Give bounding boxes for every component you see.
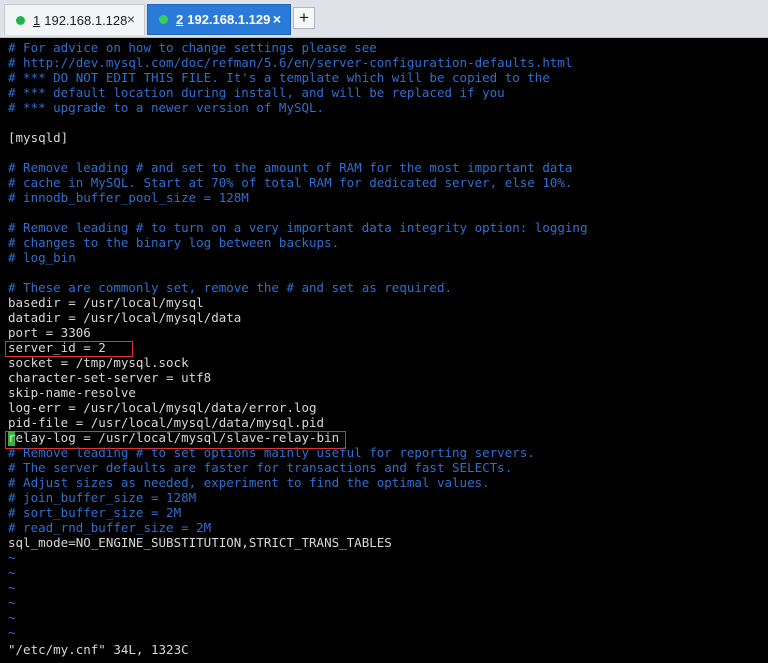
tab-host: 192.168.1.129 xyxy=(187,12,271,27)
config-line: relay-log = /usr/local/mysql/slave-relay… xyxy=(8,430,340,445)
empty-line-marker: ~ xyxy=(8,625,16,640)
session-tab-bar: 1 192.168.1.128 × 2 192.168.1.129 × + xyxy=(0,0,768,38)
tab-number: 1 xyxy=(33,12,41,28)
config-line: # Remove leading # and set to the amount… xyxy=(8,160,573,175)
close-icon[interactable]: × xyxy=(273,11,281,27)
config-line: # http://dev.mysql.com/doc/refman/5.6/en… xyxy=(8,55,573,70)
config-line: basedir = /usr/local/mysql xyxy=(8,295,204,310)
empty-line-marker: ~ xyxy=(8,610,16,625)
config-line: # innodb_buffer_pool_size = 128M xyxy=(8,190,249,205)
config-line: # Remove leading # to set options mainly… xyxy=(8,445,535,460)
config-line: character-set-server = utf8 xyxy=(8,370,212,385)
config-line: datadir = /usr/local/mysql/data xyxy=(8,310,242,325)
config-line: # join_buffer_size = 128M xyxy=(8,490,197,505)
config-line: # These are commonly set, remove the # a… xyxy=(8,280,453,295)
config-line: # Adjust sizes as needed, experiment to … xyxy=(8,475,490,490)
config-line: port = 3306 xyxy=(8,325,91,340)
config-line: # *** upgrade to a newer version of MySQ… xyxy=(8,100,325,115)
close-icon[interactable]: × xyxy=(127,11,135,27)
connected-status-icon xyxy=(16,15,25,25)
config-line: # read_rnd_buffer_size = 2M xyxy=(8,520,212,535)
new-tab-button[interactable]: + xyxy=(293,7,315,29)
config-line: log-err = /usr/local/mysql/data/error.lo… xyxy=(8,400,317,415)
connected-status-icon xyxy=(159,15,168,24)
empty-line-marker: ~ xyxy=(8,580,16,595)
empty-line-marker: ~ xyxy=(8,550,16,565)
config-line: # *** default location during install, a… xyxy=(8,85,505,100)
tab-host: 192.168.1.128 xyxy=(44,12,128,28)
config-line: # log_bin xyxy=(8,250,76,265)
config-line: # changes to the binary log between back… xyxy=(8,235,340,250)
config-line: # The server defaults are faster for tra… xyxy=(8,460,513,475)
config-line: socket = /tmp/mysql.sock xyxy=(8,355,189,370)
config-line: server_id = 2 xyxy=(8,340,106,355)
tab-number: 2 xyxy=(176,12,184,27)
config-line: [mysqld] xyxy=(8,130,69,145)
tab-session-2[interactable]: 2 192.168.1.129 × xyxy=(147,4,291,35)
config-line: # Remove leading # to turn on a very imp… xyxy=(8,220,588,235)
terminal-output[interactable]: # For advice on how to change settings p… xyxy=(0,38,768,663)
config-line: # *** DO NOT EDIT THIS FILE. It's a temp… xyxy=(8,70,550,85)
config-line: pid-file = /usr/local/mysql/data/mysql.p… xyxy=(8,415,325,430)
config-line: # cache in MySQL. Start at 70% of total … xyxy=(8,175,573,190)
config-line: skip-name-resolve xyxy=(8,385,136,400)
config-line: sql_mode=NO_ENGINE_SUBSTITUTION,STRICT_T… xyxy=(8,535,392,550)
tab-session-1[interactable]: 1 192.168.1.128 × xyxy=(4,4,145,35)
config-line: # For advice on how to change settings p… xyxy=(8,40,377,55)
empty-line-marker: ~ xyxy=(8,565,16,580)
empty-line-marker: ~ xyxy=(8,595,16,610)
config-line: # sort_buffer_size = 2M xyxy=(8,505,182,520)
status-line: "/etc/my.cnf" 34L, 1323C xyxy=(8,642,189,657)
